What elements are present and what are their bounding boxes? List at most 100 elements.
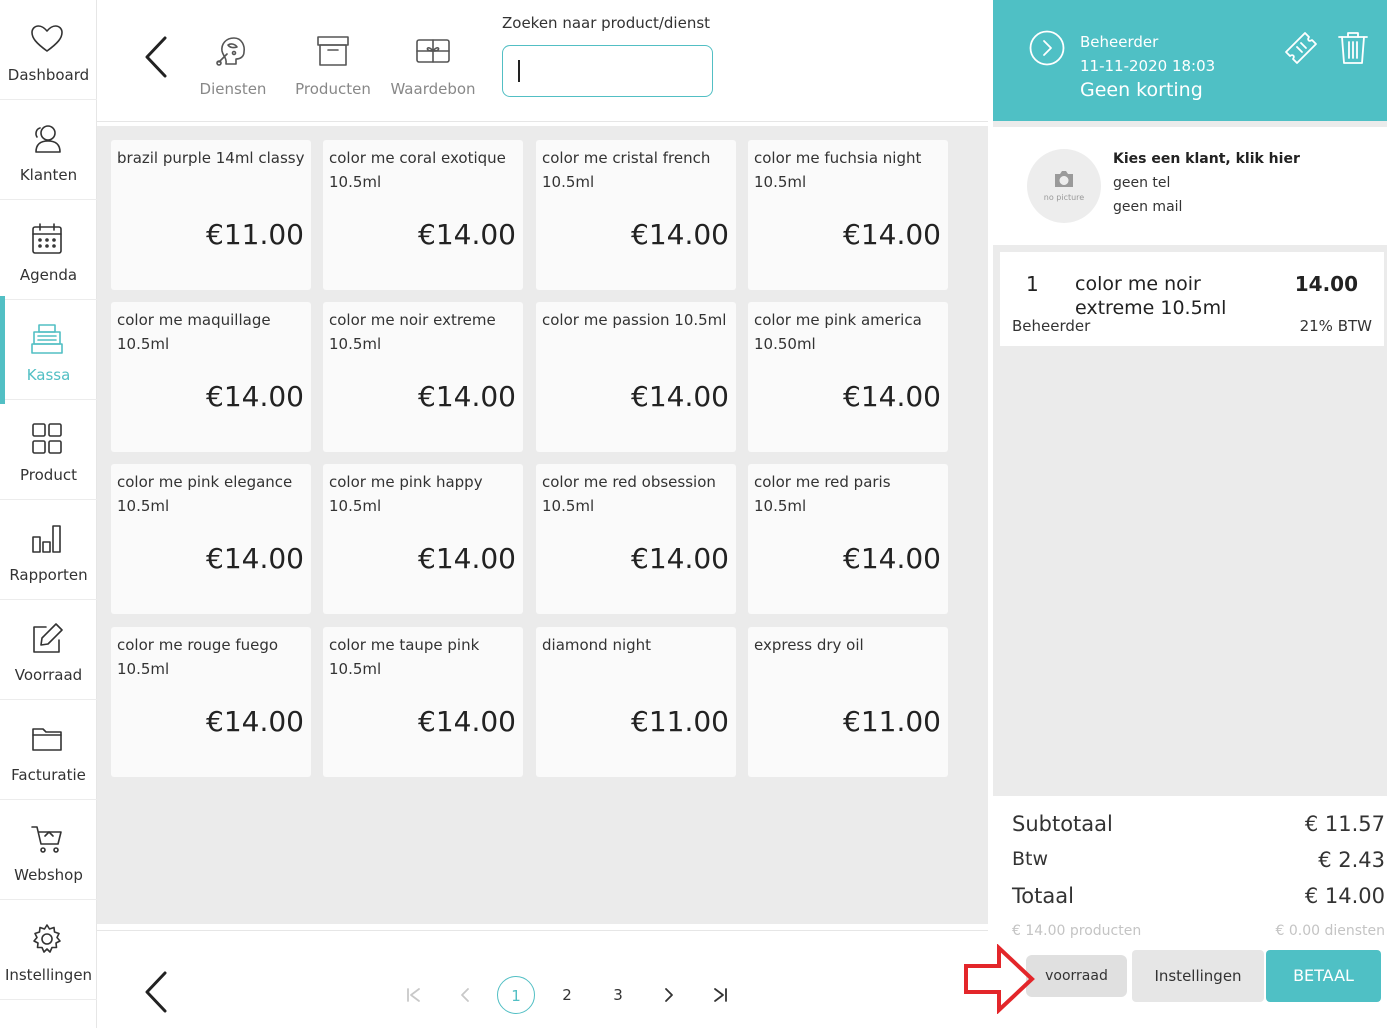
product-card[interactable]: color me pink elegance 10.5ml €14.00	[111, 464, 311, 614]
pay-button[interactable]: BETAAL	[1266, 950, 1381, 1002]
product-card[interactable]: color me noir extreme 10.5ml €14.00	[323, 302, 523, 452]
product-card[interactable]: color me taupe pink 10.5ml €14.00	[323, 627, 523, 777]
sidebar-item-kassa[interactable]: Kassa	[0, 296, 97, 404]
folder-icon	[28, 720, 66, 758]
search-label: Zoeken naar product/dienst	[502, 14, 711, 32]
header-user: Beheerder	[1080, 33, 1159, 51]
product-price: €14.00	[843, 218, 941, 251]
trash-icon	[1338, 32, 1368, 64]
product-card[interactable]: color me maquillage 10.5ml €14.00	[111, 302, 311, 452]
product-card[interactable]: diamond night €11.00	[536, 627, 736, 777]
header-datetime: 11-11-2020 18:03	[1080, 57, 1216, 75]
page-1-button[interactable]: 1	[497, 976, 535, 1014]
page-2-button[interactable]: 2	[548, 976, 586, 1014]
vat-label: Btw	[1012, 848, 1049, 870]
product-card[interactable]: color me coral exotique 10.5ml €14.00	[323, 140, 523, 290]
sidebar-item-agenda[interactable]: Agenda	[0, 200, 97, 300]
category-producten-button[interactable]: Producten	[285, 32, 381, 102]
product-name: color me rouge fuego 10.5ml	[117, 636, 279, 678]
product-price: €14.00	[206, 542, 304, 575]
no-picture-label: no picture	[1043, 193, 1085, 202]
chevron-left-icon	[145, 36, 167, 78]
cart-line-price: 14.00	[1294, 272, 1358, 296]
subtotal-label: Subtotaal	[1012, 812, 1113, 836]
sidebar-item-rapporten[interactable]: Rapporten	[0, 500, 97, 600]
sidebar-item-label: Voorraad	[14, 666, 83, 684]
client-selector[interactable]: no picture Kies een klant, klik hier gee…	[993, 127, 1387, 245]
product-grid: brazil purple 14ml classy €11.00 color m…	[97, 126, 988, 924]
sidebar-item-voorraad[interactable]: Voorraad	[0, 600, 97, 700]
product-price: €11.00	[206, 218, 304, 251]
product-card[interactable]: color me red paris 10.5ml €14.00	[748, 464, 948, 614]
sidebar-item-label: Agenda	[19, 266, 78, 284]
product-name: color me fuchsia night 10.5ml	[754, 149, 922, 191]
sidebar-item-facturatie[interactable]: Facturatie	[0, 700, 97, 800]
sidebar-item-dashboard[interactable]: Dashboard	[0, 0, 97, 100]
product-price: €14.00	[206, 705, 304, 738]
cart-line-vat: 21% BTW	[1299, 317, 1372, 335]
sidebar-item-label: Product	[20, 466, 77, 484]
sidebar-item-label: Rapporten	[9, 566, 88, 584]
first-page-button[interactable]	[395, 976, 433, 1014]
sidebar-item-instellingen[interactable]: Instellingen	[0, 900, 97, 1000]
product-name: color me taupe pink 10.5ml	[329, 636, 480, 678]
product-card[interactable]: color me red obsession 10.5ml €14.00	[536, 464, 736, 614]
checkout-header: Beheerder 11-11-2020 18:03 Geen korting	[993, 0, 1387, 121]
products-sum: € 14.00 producten	[1012, 923, 1142, 939]
prev-page-button[interactable]	[446, 976, 484, 1014]
search-input[interactable]	[502, 45, 713, 97]
discount-ticket-button[interactable]	[1281, 28, 1321, 68]
vat-value: € 2.43	[1318, 848, 1385, 872]
back-button[interactable]	[139, 34, 173, 80]
page-3-button[interactable]: 3	[599, 976, 637, 1014]
pagination-bar: 1 2 3	[97, 930, 988, 1028]
proceed-button[interactable]	[1029, 30, 1065, 66]
product-name: express dry oil	[754, 636, 864, 654]
sidebar-item-label: Kassa	[26, 366, 71, 384]
client-email: geen mail	[1113, 199, 1183, 215]
product-card[interactable]: color me pink america 10.50ml €14.00	[748, 302, 948, 452]
total-value: € 14.00	[1304, 884, 1385, 908]
edit-icon	[28, 620, 66, 658]
next-page-button[interactable]	[650, 976, 688, 1014]
chevron-left-icon	[145, 971, 167, 1013]
product-name: color me noir extreme 10.5ml	[329, 311, 496, 353]
clear-cart-button[interactable]	[1333, 28, 1373, 68]
product-card[interactable]: color me fuchsia night 10.5ml €14.00	[748, 140, 948, 290]
product-price: €14.00	[418, 218, 516, 251]
product-card[interactable]: color me rouge fuego 10.5ml €14.00	[111, 627, 311, 777]
sidebar-item-webshop[interactable]: Webshop	[0, 800, 97, 900]
product-card[interactable]: express dry oil €11.00	[748, 627, 948, 777]
category-diensten-button[interactable]: Diensten	[185, 32, 281, 102]
back-button-bottom[interactable]	[139, 969, 173, 1015]
client-title: Kies een klant, klik hier	[1113, 151, 1300, 167]
client-phone: geen tel	[1113, 175, 1171, 191]
product-price: €14.00	[843, 380, 941, 413]
sidebar-item-klanten[interactable]: Klanten	[0, 100, 97, 200]
cart-line-name: color me noir extreme 10.5ml	[1075, 273, 1227, 319]
total-label: Totaal	[1012, 884, 1074, 908]
chevron-right-icon	[665, 988, 673, 1002]
product-card[interactable]: color me passion 10.5ml €14.00	[536, 302, 736, 452]
cash-register-icon	[28, 320, 66, 358]
category-waardebon-button[interactable]: Waardebon	[385, 32, 481, 102]
discount-label[interactable]: Geen korting	[1080, 79, 1203, 101]
product-price: €11.00	[631, 705, 729, 738]
product-price: €14.00	[843, 542, 941, 575]
sidebar-item-product[interactable]: Product	[0, 400, 97, 500]
last-page-button[interactable]	[701, 976, 739, 1014]
settings-button[interactable]: Instellingen	[1132, 950, 1264, 1002]
product-name: color me pink america 10.50ml	[754, 311, 922, 353]
stock-button[interactable]: voorraad	[1026, 955, 1127, 997]
cart-line-item[interactable]: 1 color me noir extreme 10.5ml 14.00 Beh…	[1000, 252, 1384, 346]
product-card[interactable]: color me pink happy 10.5ml €14.00	[323, 464, 523, 614]
product-price: €14.00	[206, 380, 304, 413]
category-label: Producten	[295, 80, 371, 98]
sidebar-item-label: Dashboard	[7, 66, 90, 84]
product-price: €14.00	[631, 218, 729, 251]
product-card[interactable]: brazil purple 14ml classy €11.00	[111, 140, 311, 290]
product-card[interactable]: color me cristal french 10.5ml €14.00	[536, 140, 736, 290]
first-page-icon	[407, 988, 420, 1002]
category-label: Diensten	[199, 80, 267, 98]
product-name: color me cristal french 10.5ml	[542, 149, 711, 191]
